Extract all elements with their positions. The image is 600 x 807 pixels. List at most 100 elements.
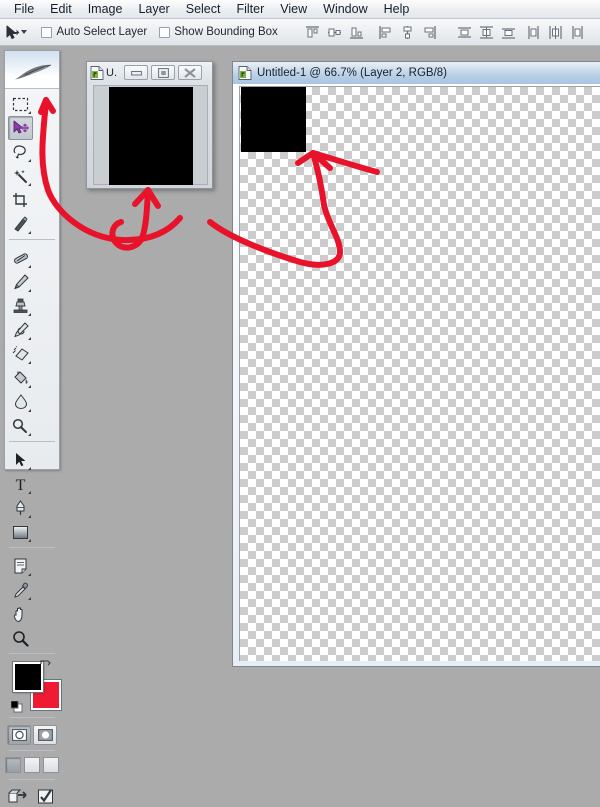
brush-tool[interactable] <box>8 270 33 294</box>
main-canvas-black-layer[interactable] <box>241 87 306 152</box>
move-tool-icon <box>5 25 19 40</box>
standard-mode-button[interactable] <box>7 725 31 745</box>
menu-item-file[interactable]: File <box>6 0 42 18</box>
lasso-tool-submenu-indicator[interactable] <box>28 159 31 162</box>
healing-brush-tool-submenu-indicator[interactable] <box>28 265 31 268</box>
align-top-edges-icon[interactable] <box>304 24 321 41</box>
type-tool[interactable]: T <box>8 472 33 496</box>
healing-brush-tool[interactable] <box>8 246 33 270</box>
dodge-tool[interactable] <box>8 414 33 438</box>
distribute-vertical-group <box>456 24 517 41</box>
quick-mask-mode-button[interactable] <box>33 725 57 745</box>
options-bar-active-tool[interactable] <box>5 21 27 44</box>
mini-document-window[interactable]: U. <box>86 61 213 189</box>
blur-tool[interactable] <box>8 390 33 414</box>
mini-document-canvas[interactable] <box>93 85 208 185</box>
blur-tool-submenu-indicator[interactable] <box>28 409 31 412</box>
distribute-top-edges-icon[interactable] <box>456 24 473 41</box>
photoshop-document-icon <box>238 66 252 80</box>
show-bounding-box-box[interactable] <box>159 27 170 38</box>
history-brush-tool-submenu-indicator[interactable] <box>28 337 31 340</box>
toolbox-tool-grid-4 <box>5 551 59 650</box>
slice-tool[interactable] <box>8 212 33 236</box>
toolbox-panel: T <box>4 50 60 470</box>
chevron-down-icon[interactable] <box>21 30 27 34</box>
move-tool[interactable] <box>8 116 33 140</box>
clone-stamp-tool[interactable] <box>8 294 33 318</box>
foreground-color-swatch[interactable] <box>13 662 43 692</box>
show-bounding-box-checkbox[interactable]: Show Bounding Box <box>159 26 278 38</box>
distribute-vertical-centers-icon[interactable] <box>478 24 495 41</box>
eyedropper-tool[interactable] <box>8 578 33 602</box>
maximize-button[interactable] <box>151 65 175 80</box>
feather-logo-icon <box>13 63 53 81</box>
marquee-tool-submenu-indicator[interactable] <box>28 111 31 114</box>
align-right-edges-icon[interactable] <box>421 24 438 41</box>
slice-tool-submenu-indicator[interactable] <box>28 231 31 234</box>
distribute-left-edges-icon[interactable] <box>525 24 542 41</box>
marquee-tool[interactable] <box>8 92 33 116</box>
shape-tool-submenu-indicator[interactable] <box>28 539 31 542</box>
shape-tool[interactable] <box>8 520 33 544</box>
toolbox-tool-grid-3: T <box>5 445 59 544</box>
path-selection-tool[interactable] <box>8 448 33 472</box>
screen-mode-row <box>5 754 59 776</box>
main-document-window[interactable]: Untitled-1 @ 66.7% (Layer 2, RGB/8) <box>232 61 600 667</box>
distribute-horizontal-group <box>525 24 586 41</box>
align-vertical-centers-icon[interactable] <box>326 24 343 41</box>
default-colors-icon[interactable] <box>11 700 23 712</box>
align-bottom-edges-icon[interactable] <box>348 24 365 41</box>
main-document-canvas[interactable] <box>239 86 600 661</box>
lasso-tool[interactable] <box>8 140 33 164</box>
path-selection-tool-submenu-indicator[interactable] <box>28 467 31 470</box>
auto-select-layer-box[interactable] <box>41 27 52 38</box>
menu-item-edit[interactable]: Edit <box>42 0 80 18</box>
align-left-edges-icon[interactable] <box>377 24 394 41</box>
notes-tool-submenu-indicator[interactable] <box>28 573 31 576</box>
crop-tool[interactable] <box>8 188 33 212</box>
distribute-bottom-edges-icon[interactable] <box>500 24 517 41</box>
standard-screen-mode-button[interactable] <box>5 757 21 773</box>
full-screen-with-menubar-button[interactable] <box>24 757 40 773</box>
menu-item-layer[interactable]: Layer <box>130 0 177 18</box>
paint-bucket-tool-submenu-indicator[interactable] <box>28 385 31 388</box>
type-tool-submenu-indicator[interactable] <box>28 491 31 494</box>
toolbox-divider-4 <box>9 653 55 654</box>
menu-item-window[interactable]: Window <box>315 0 375 18</box>
mini-canvas-black-layer <box>109 87 193 185</box>
notes-tool[interactable] <box>8 554 33 578</box>
eraser-tool-submenu-indicator[interactable] <box>28 361 31 364</box>
align-horizontal-centers-icon[interactable] <box>399 24 416 41</box>
menu-item-view[interactable]: View <box>272 0 315 18</box>
distribute-horizontal-centers-icon[interactable] <box>547 24 564 41</box>
menu-item-image[interactable]: Image <box>80 0 131 18</box>
menu-item-help[interactable]: Help <box>376 0 418 18</box>
menu-item-select[interactable]: Select <box>178 0 229 18</box>
distribute-right-edges-icon[interactable] <box>569 24 586 41</box>
auto-select-layer-checkbox[interactable]: Auto Select Layer <box>41 26 147 38</box>
dodge-tool-submenu-indicator[interactable] <box>28 433 31 436</box>
history-brush-tool[interactable] <box>8 318 33 342</box>
edit-in-imageready-button[interactable] <box>35 787 57 805</box>
eraser-tool[interactable] <box>8 342 33 366</box>
minimize-button[interactable] <box>124 65 148 80</box>
main-document-title-bar[interactable]: Untitled-1 @ 66.7% (Layer 2, RGB/8) <box>233 62 600 84</box>
jump-to-imageready-button[interactable] <box>8 787 30 805</box>
magic-wand-tool[interactable] <box>8 164 33 188</box>
pen-tool-submenu-indicator[interactable] <box>28 515 31 518</box>
menu-item-filter[interactable]: Filter <box>228 0 272 18</box>
clone-stamp-tool-submenu-indicator[interactable] <box>28 313 31 316</box>
toolbox-header[interactable] <box>5 51 59 89</box>
swap-colors-icon[interactable] <box>40 658 51 669</box>
menu-bar: File Edit Image Layer Select Filter View… <box>0 0 600 19</box>
mini-document-title-bar[interactable]: U. <box>87 62 212 83</box>
full-screen-mode-button[interactable] <box>43 757 59 773</box>
brush-tool-submenu-indicator[interactable] <box>28 289 31 292</box>
magic-wand-tool-submenu-indicator[interactable] <box>28 183 31 186</box>
pen-tool[interactable] <box>8 496 33 520</box>
zoom-tool[interactable] <box>8 626 33 650</box>
paint-bucket-tool[interactable] <box>8 366 33 390</box>
close-button[interactable] <box>178 65 202 80</box>
eyedropper-tool-submenu-indicator[interactable] <box>28 597 31 600</box>
hand-tool[interactable] <box>8 602 33 626</box>
